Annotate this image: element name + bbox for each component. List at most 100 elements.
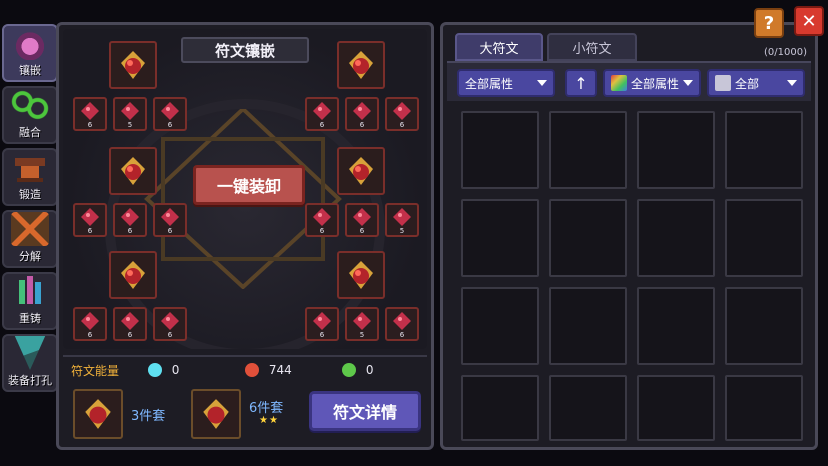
tab-big-rune[interactable]: 大符文: [455, 33, 543, 61]
small-rune-slot[interactable]: 6: [113, 307, 147, 341]
cross-swords-icon: [11, 212, 49, 246]
big-rune-slot[interactable]: [109, 147, 157, 195]
attribute-filter-dropdown[interactable]: 全部属性: [457, 69, 555, 97]
energy-green-value: 0: [365, 363, 374, 377]
energy-cyan: 0: [147, 363, 233, 377]
inventory-slot[interactable]: [461, 111, 539, 189]
rune-level: 6: [359, 121, 365, 129]
set-6-slot[interactable]: [191, 389, 241, 439]
unequip-all-button[interactable]: 一键装卸: [193, 165, 305, 205]
rune-level: 6: [167, 121, 173, 129]
small-rune-slot[interactable]: 6: [113, 203, 147, 237]
small-rune-gem-icon: [313, 208, 331, 226]
small-rune-gem-icon: [353, 102, 371, 120]
inventory-slot[interactable]: [637, 199, 715, 277]
inventory-slot[interactable]: [725, 199, 803, 277]
small-rune-gem-icon: [121, 312, 139, 330]
rune-gem-icon: [203, 399, 229, 429]
side-tab-socket[interactable]: 装备打孔: [2, 334, 58, 392]
rune-level: 6: [319, 331, 325, 339]
small-rune-gem-icon: [393, 312, 411, 330]
small-rune-gem-icon: [393, 102, 411, 120]
monster-icon: [715, 75, 731, 91]
rune-level: 5: [399, 227, 405, 235]
help-button[interactable]: ?: [754, 8, 784, 38]
red-gem-icon: [244, 363, 259, 377]
big-rune-slot[interactable]: [109, 41, 157, 89]
rune-energy-row: 符文能量 0 744 0: [63, 355, 427, 383]
inventory-slot[interactable]: [725, 287, 803, 365]
small-rune-slot[interactable]: 5: [385, 203, 419, 237]
inventory-slot[interactable]: [637, 287, 715, 365]
small-rune-slot[interactable]: 6: [153, 203, 187, 237]
inlay-title: 符文镶嵌: [181, 37, 309, 63]
small-rune-slot[interactable]: 6: [73, 203, 107, 237]
energy-cyan-value: 0: [171, 363, 180, 377]
side-tab-forge[interactable]: 锻造: [2, 148, 58, 206]
small-rune-gem-icon: [81, 312, 99, 330]
small-rune-slot[interactable]: 6: [73, 97, 107, 131]
small-rune-slot[interactable]: 6: [345, 203, 379, 237]
side-tab-label: 装备打孔: [8, 374, 52, 387]
inventory-slot[interactable]: [549, 375, 627, 441]
inventory-slot[interactable]: [725, 375, 803, 441]
cyan-gem-icon: [147, 363, 162, 377]
rune-level: 6: [167, 227, 173, 235]
small-rune-slot[interactable]: 6: [345, 97, 379, 131]
small-rune-slot[interactable]: 6: [73, 307, 107, 341]
rune-level: 6: [359, 227, 365, 235]
small-rune-gem-icon: [161, 102, 179, 120]
small-rune-gem-icon: [353, 312, 371, 330]
rune-gem-icon: [349, 51, 373, 79]
set-3-slot[interactable]: [73, 389, 123, 439]
small-rune-slot[interactable]: 5: [345, 307, 379, 341]
inventory-slot[interactable]: [461, 199, 539, 277]
small-rune-slot[interactable]: 6: [385, 97, 419, 131]
side-tab-label: 分解: [19, 250, 41, 263]
small-rune-slot[interactable]: 6: [153, 97, 187, 131]
big-rune-slot[interactable]: [337, 251, 385, 299]
inventory-slot[interactable]: [549, 287, 627, 365]
side-tab-label: 锻造: [19, 188, 41, 201]
small-rune-slot[interactable]: 6: [305, 203, 339, 237]
big-rune-slot[interactable]: [337, 41, 385, 89]
big-rune-slot[interactable]: [337, 147, 385, 195]
small-rune-gem-icon: [161, 312, 179, 330]
inventory-slot[interactable]: [637, 375, 715, 441]
small-rune-slot[interactable]: 6: [305, 307, 339, 341]
rune-gem-icon: [121, 157, 145, 185]
attribute-filter-value: 全部属性: [465, 76, 514, 91]
inventory-slot[interactable]: [725, 111, 803, 189]
big-rune-slot[interactable]: [109, 251, 157, 299]
side-tab-fusion[interactable]: 融合: [2, 86, 58, 144]
small-rune-gem-icon: [313, 312, 331, 330]
anvil-icon: [11, 150, 49, 184]
set-6-label: 6件套: [249, 401, 284, 416]
small-rune-gem-icon: [161, 208, 179, 226]
side-tab-decompose[interactable]: 分解: [2, 210, 58, 268]
chevron-down-icon: [683, 80, 693, 86]
inventory-slot[interactable]: [461, 375, 539, 441]
rune-level: 6: [399, 121, 405, 129]
small-rune-slot[interactable]: 5: [113, 97, 147, 131]
rune-details-button[interactable]: 符文详情: [309, 391, 421, 431]
close-button[interactable]: ✕: [794, 6, 824, 36]
side-tab-label: 镶嵌: [19, 64, 41, 77]
side-tab-inlay[interactable]: 镶嵌: [2, 24, 58, 82]
inventory-slot[interactable]: [637, 111, 715, 189]
rune-level: 6: [87, 227, 93, 235]
inventory-slot[interactable]: [549, 111, 627, 189]
rune-inventory-panel: 大符文 小符文 (0/1000) 全部属性 ↑ 全部属性 全部: [440, 22, 818, 450]
small-rune-gem-icon: [121, 102, 139, 120]
sort-ascending-button[interactable]: ↑: [565, 69, 597, 97]
side-tab-recast[interactable]: 重铸: [2, 272, 58, 330]
inventory-slot[interactable]: [461, 287, 539, 365]
small-rune-slot[interactable]: 6: [153, 307, 187, 341]
inventory-slot[interactable]: [549, 199, 627, 277]
tab-small-rune[interactable]: 小符文: [547, 33, 637, 61]
small-rune-slot[interactable]: 6: [305, 97, 339, 131]
type-filter-dropdown[interactable]: 全部: [707, 69, 805, 97]
small-rune-slot[interactable]: 6: [385, 307, 419, 341]
element-filter-dropdown[interactable]: 全部属性: [603, 69, 701, 97]
rune-gem-icon: [349, 261, 373, 289]
